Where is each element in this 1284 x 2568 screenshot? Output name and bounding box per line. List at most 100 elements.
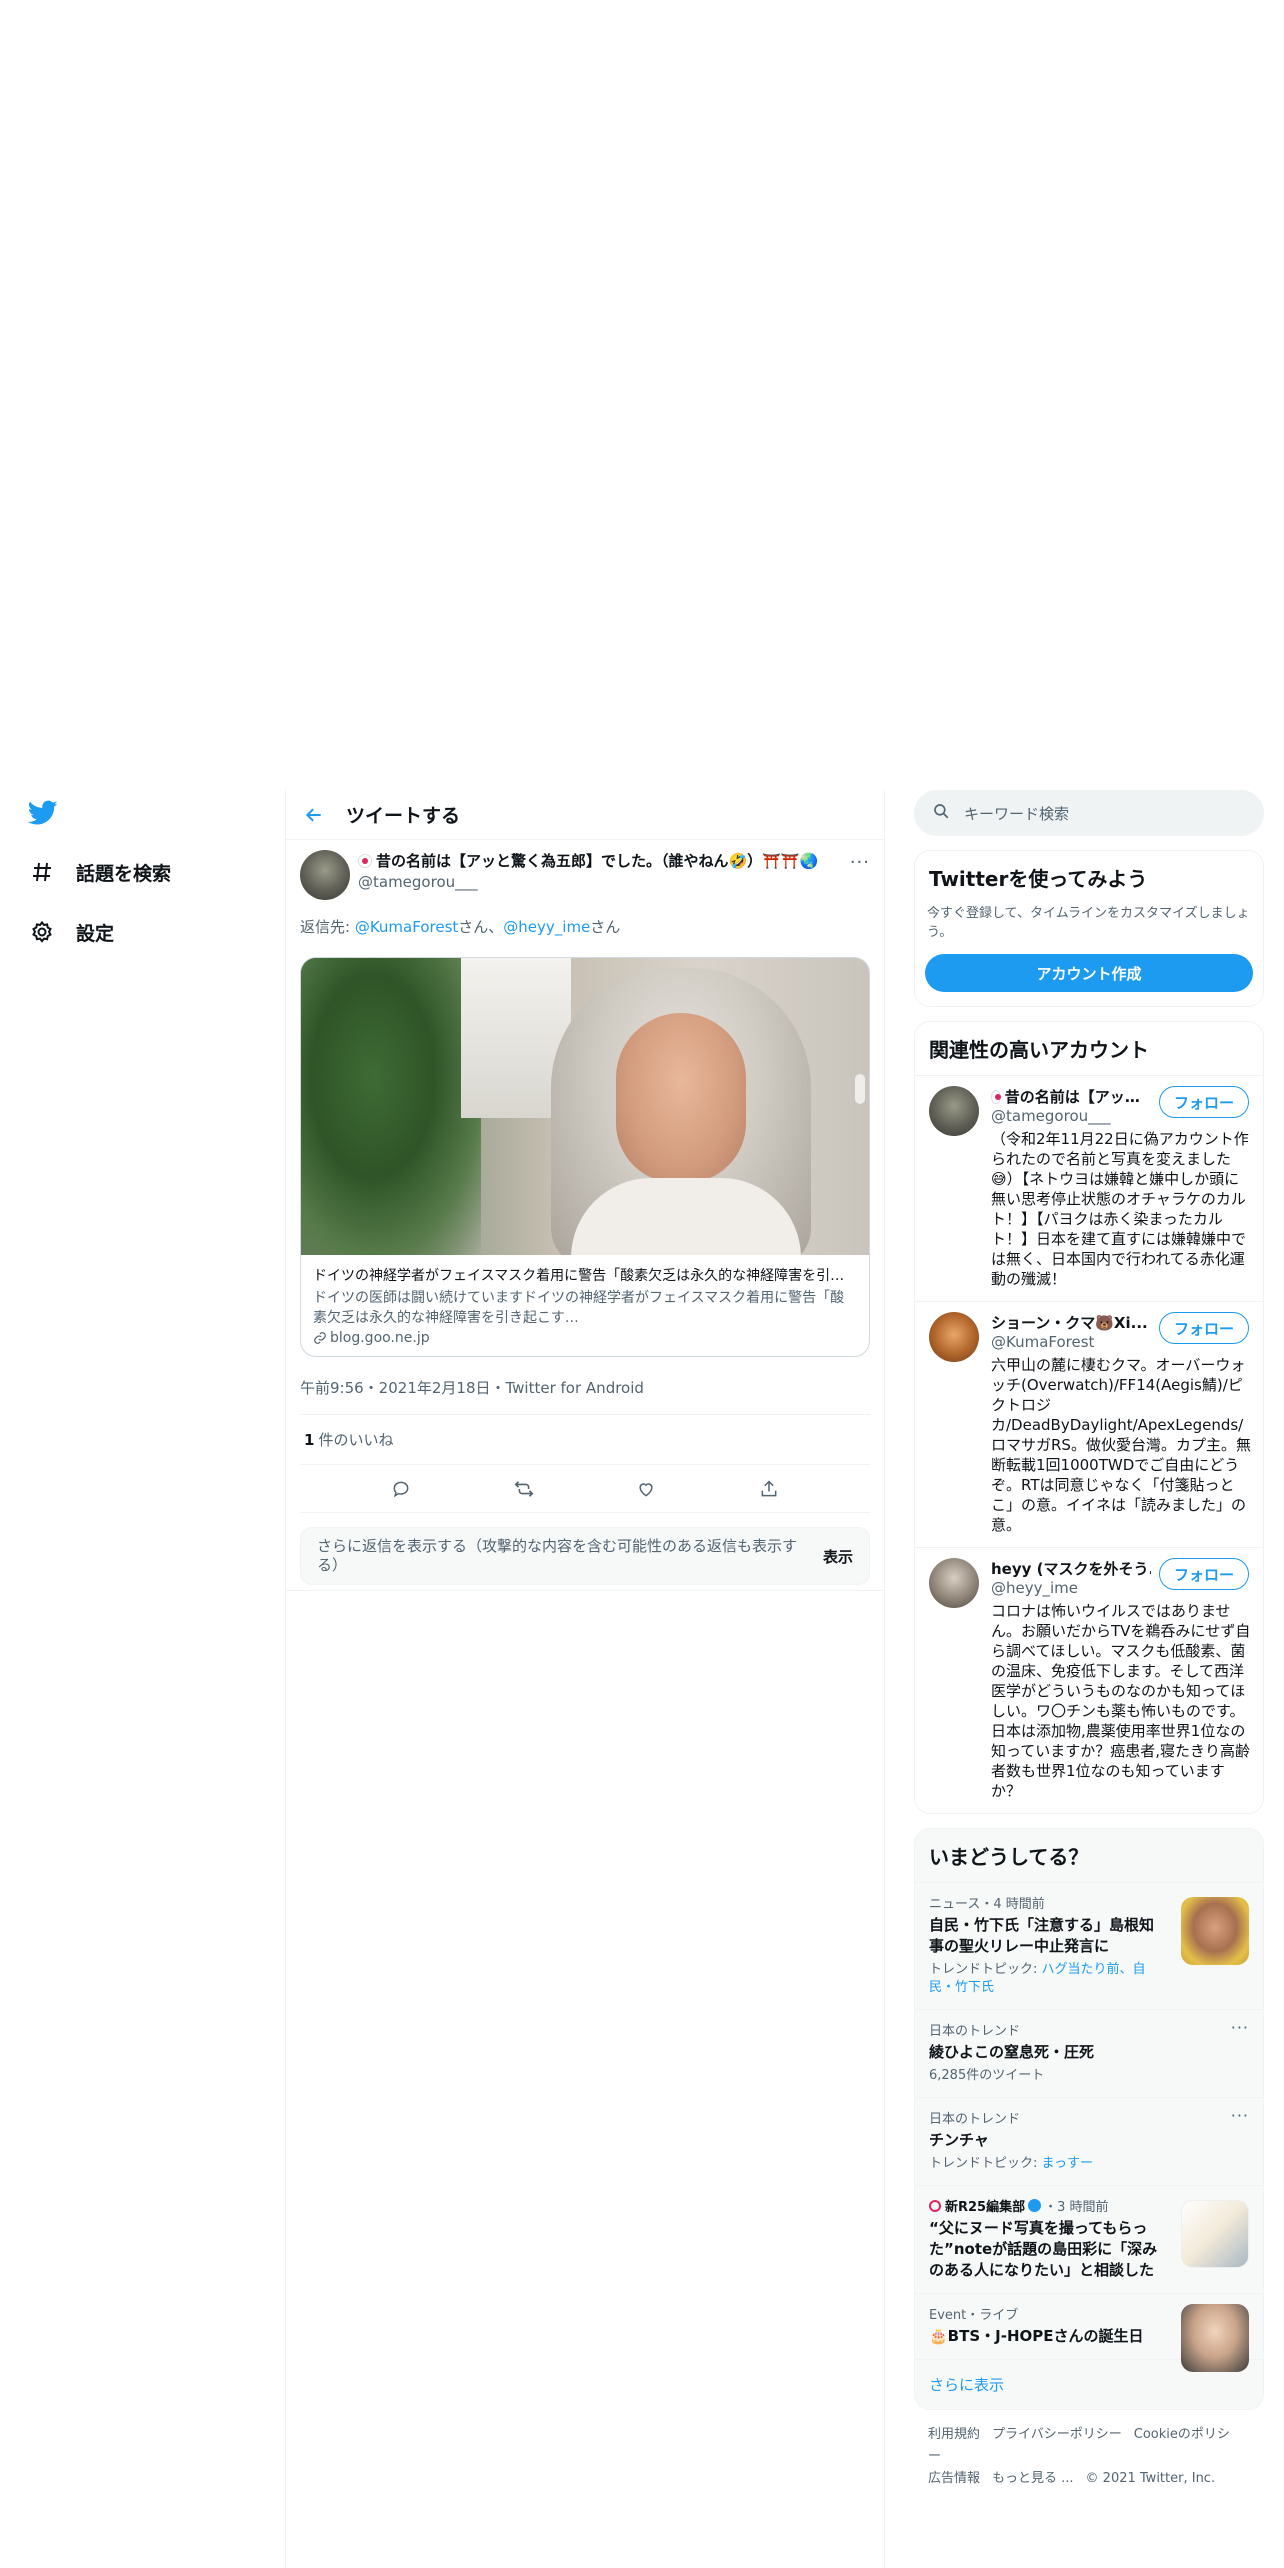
link-card[interactable]: ドイツの神経学者がフェイスマスク着用に警告「酸素欠乏は永久的な神経障害を引き起こ… bbox=[300, 957, 870, 1357]
footer-link[interactable]: もっと見る ... bbox=[992, 2471, 1074, 2486]
trend-topics-prefix: トレンドトピック: bbox=[929, 1962, 1042, 1977]
account-item[interactable]: 昔の名前は【アッと驚く為五郎】 @tamegorou___ （令和2年11月22… bbox=[915, 1075, 1263, 1301]
trend-thumbnail bbox=[1181, 1897, 1249, 1965]
trend-title: “父にヌード写真を撮ってもらった”noteが話題の島田彩に「深みのある人になりた… bbox=[929, 2219, 1158, 2279]
follow-button[interactable]: フォロー bbox=[1158, 1558, 1249, 1590]
account-name: heyy (マスクを外そう... bbox=[991, 1560, 1151, 1578]
card-domain-row: blog.goo.ne.jp bbox=[313, 1330, 857, 1346]
trend-tweet-count: 6,285件のツイート bbox=[929, 2068, 1045, 2083]
avatar[interactable] bbox=[300, 850, 350, 900]
trend-meta: 新R25編集部 ・3 時間前 bbox=[929, 2196, 1159, 2215]
more-options-icon[interactable]: ··· bbox=[1231, 2106, 1249, 2125]
tweet-author: 昔の名前は【アッと驚く為五郎】でした。（誰やねん🤣）⛩️⛩️🌏 @tamegor… bbox=[300, 840, 870, 900]
center-divider bbox=[286, 1590, 884, 1591]
card-domain: blog.goo.ne.jp bbox=[330, 1330, 430, 1346]
avatar[interactable] bbox=[929, 1558, 979, 1608]
right-sidebar: キーワード検索 Twitterを使ってみよう 今すぐ登録して、タイムラインをカス… bbox=[914, 790, 1264, 2504]
follow-button[interactable]: フォロー bbox=[1158, 1312, 1249, 1344]
trend-topics: トレンドトピック: ハグ当たり前、自民・竹下氏 bbox=[929, 1961, 1159, 1997]
card-image bbox=[301, 958, 869, 1255]
signup-title: Twitterを使ってみよう bbox=[929, 867, 1148, 891]
copyright: © 2021 Twitter, Inc. bbox=[1085, 2471, 1216, 2486]
right-divider bbox=[884, 790, 885, 2568]
trend-thumbnail bbox=[1181, 2200, 1249, 2268]
trend-title: 綾ひよこの窒息死・圧死 bbox=[929, 2043, 1095, 2061]
relevant-accounts-panel: 関連性の高いアカウント 昔の名前は【アッと驚く為五郎】 @tamegorou__… bbox=[914, 1021, 1264, 1814]
card-description: ドイツの医師は闘い続けていますドイツの神経学者がフェイスマスク着用に警告「酸素欠… bbox=[313, 1290, 845, 1326]
signup-panel: Twitterを使ってみよう 今すぐ登録して、タイムラインをカスタマイズしましょ… bbox=[914, 850, 1264, 1007]
trend-item[interactable]: 新R25編集部 ・3 時間前 “父にヌード写真を撮ってもらった”noteが話題の… bbox=[915, 2185, 1263, 2293]
trend-title: チンチャ bbox=[929, 2131, 989, 2149]
reply-prefix: 返信先: bbox=[300, 918, 355, 936]
link-icon bbox=[314, 1332, 326, 1344]
reply-to: 返信先: @KumaForestさん、@heyy_imeさん bbox=[300, 916, 870, 937]
reply-icon[interactable] bbox=[384, 1472, 418, 1506]
more-options-icon[interactable]: ··· bbox=[850, 852, 870, 873]
trend-meta: 日本のトレンド bbox=[929, 2112, 1021, 2127]
hashtag-icon bbox=[28, 858, 56, 886]
trend-item[interactable]: 日本のトレンド チンチャ トレンドトピック: まっすー ··· bbox=[915, 2097, 1263, 2185]
show-more-replies-text: さらに返信を表示する（攻撃的な内容を含む可能性のある返信も表示する） bbox=[317, 1537, 798, 1574]
account-item[interactable]: heyy (マスクを外そう... @heyy_ime コロナは怖いウイルスではあ… bbox=[915, 1547, 1263, 1813]
japan-flag-icon bbox=[991, 1089, 1001, 1104]
footer: 利用規約 プライバシーポリシー Cookieのポリシー 広告情報 もっと見る ... ©… bbox=[914, 2410, 1264, 2504]
search-box[interactable]: キーワード検索 bbox=[914, 790, 1264, 836]
mention-link[interactable]: @heyy_ime bbox=[503, 918, 590, 936]
trend-topics: トレンドトピック: まっすー bbox=[929, 2155, 1249, 2173]
show-more-replies[interactable]: さらに返信を表示する（攻撃的な内容を含む可能性のある返信も表示する） 表示 bbox=[300, 1527, 870, 1585]
reply-suffix: さん bbox=[590, 918, 621, 936]
trend-item[interactable]: ニュース・4 時間前 自民・竹下氏「注意する」島根知事の聖火リレー中止発言に ト… bbox=[915, 1882, 1263, 2009]
more-options-icon[interactable]: ··· bbox=[1231, 2018, 1249, 2037]
retweet-icon[interactable] bbox=[507, 1472, 541, 1506]
signup-description: 今すぐ登録して、タイムラインをカスタマイズしましょう。 bbox=[927, 906, 1250, 940]
search-icon bbox=[932, 802, 950, 824]
account-bio: 六甲山の麓に棲むクマ。オーバーウォッチ(Overwatch)/FF14(Aegi… bbox=[991, 1356, 1251, 1534]
tweet-actions bbox=[300, 1465, 870, 1513]
search-input[interactable]: キーワード検索 bbox=[964, 803, 1069, 824]
display-name-row[interactable]: 昔の名前は【アッと驚く為五郎】でした。（誰やねん🤣）⛩️⛩️🌏 bbox=[358, 850, 818, 871]
tweet: 昔の名前は【アッと驚く為五郎】でした。（誰やねん🤣）⛩️⛩️🌏 @tamegor… bbox=[286, 840, 884, 1513]
nav-settings[interactable]: 設定 bbox=[28, 912, 114, 952]
follow-button[interactable]: フォロー bbox=[1158, 1086, 1249, 1118]
like-icon[interactable] bbox=[629, 1472, 663, 1506]
trends-title: いまどうしてる？ bbox=[929, 1845, 1089, 1869]
mention-link[interactable]: @KumaForest bbox=[355, 918, 458, 936]
account-bio: （令和2年11月22日に偽アカウント作られたので名前と写真を変えました😅）【ネト… bbox=[991, 1130, 1249, 1288]
create-account-button[interactable]: アカウント作成 bbox=[925, 954, 1253, 992]
page-title: ツイートする bbox=[346, 805, 461, 827]
account-item[interactable]: ショーン・クマ🐻Xi... @KumaForest 六甲山の麓に棲むクマ。オーバ… bbox=[915, 1301, 1263, 1547]
account-name-row: 昔の名前は【アッと驚く為五郎】 bbox=[991, 1086, 1151, 1107]
share-icon[interactable] bbox=[752, 1472, 786, 1506]
trend-item[interactable]: Event・ライブ 🎂BTS・J-HOPEさんの誕生日 bbox=[915, 2293, 1263, 2372]
footer-link[interactable]: 広告情報 bbox=[928, 2471, 980, 2486]
card-title: ドイツの神経学者がフェイスマスク着用に警告「酸素欠乏は永久的な神経障害を引き起こ… bbox=[313, 1268, 857, 1284]
main-column: ツイートする 昔の名前は【アッと驚く為五郎】でした。（誰やねん🤣）⛩️⛩️🌏 @… bbox=[286, 790, 884, 1585]
user-handle[interactable]: @tamegorou___ bbox=[358, 873, 818, 891]
trend-author: 新R25編集部 bbox=[945, 2200, 1026, 2215]
nav-settings-label: 設定 bbox=[76, 922, 115, 945]
trend-item[interactable]: 日本のトレンド 綾ひよこの窒息死・圧死 6,285件のツイート ··· bbox=[915, 2009, 1263, 2097]
tweet-timestamp[interactable]: 午前9:56・2021年2月18日・Twitter for Android bbox=[300, 1377, 870, 1415]
account-name: ショーン・クマ🐻Xi... bbox=[991, 1314, 1148, 1332]
likes-label: 件のいいね bbox=[318, 1431, 394, 1449]
trends-panel: いまどうしてる？ ニュース・4 時間前 自民・竹下氏「注意する」島根知事の聖火リ… bbox=[914, 1828, 1264, 2410]
trend-meta: ニュース・4 時間前 bbox=[929, 1897, 1045, 1912]
likes-count[interactable]: 1 件のいいね bbox=[300, 1415, 870, 1465]
likes-number: 1 bbox=[304, 1431, 315, 1449]
footer-link[interactable]: プライバシーポリシー bbox=[992, 2427, 1122, 2442]
avatar[interactable] bbox=[929, 1312, 979, 1362]
nav-explore[interactable]: 話題を検索 bbox=[28, 852, 171, 892]
relevant-accounts-title: 関連性の高いアカウント bbox=[929, 1038, 1149, 1062]
r25-logo-icon bbox=[929, 2199, 941, 2212]
show-button[interactable]: 表示 bbox=[823, 1546, 853, 1567]
account-bio: コロナは怖いウイルスではありません。お願いだからTVを鵜呑みにせず自ら調べてほし… bbox=[991, 1602, 1251, 1800]
back-arrow-icon[interactable] bbox=[286, 805, 342, 825]
japan-flag-icon bbox=[358, 853, 372, 868]
footer-link[interactable]: 利用規約 bbox=[928, 2427, 980, 2442]
trend-thumbnail bbox=[1181, 2304, 1249, 2372]
avatar[interactable] bbox=[929, 1086, 979, 1136]
trend-topics-prefix: トレンドトピック: bbox=[929, 2156, 1042, 2171]
twitter-logo-icon[interactable] bbox=[27, 800, 62, 830]
trend-topics-link[interactable]: まっすー bbox=[1042, 2156, 1093, 2171]
display-name: 昔の名前は【アッと驚く為五郎】でした。（誰やねん🤣）⛩️⛩️🌏 bbox=[376, 852, 819, 870]
